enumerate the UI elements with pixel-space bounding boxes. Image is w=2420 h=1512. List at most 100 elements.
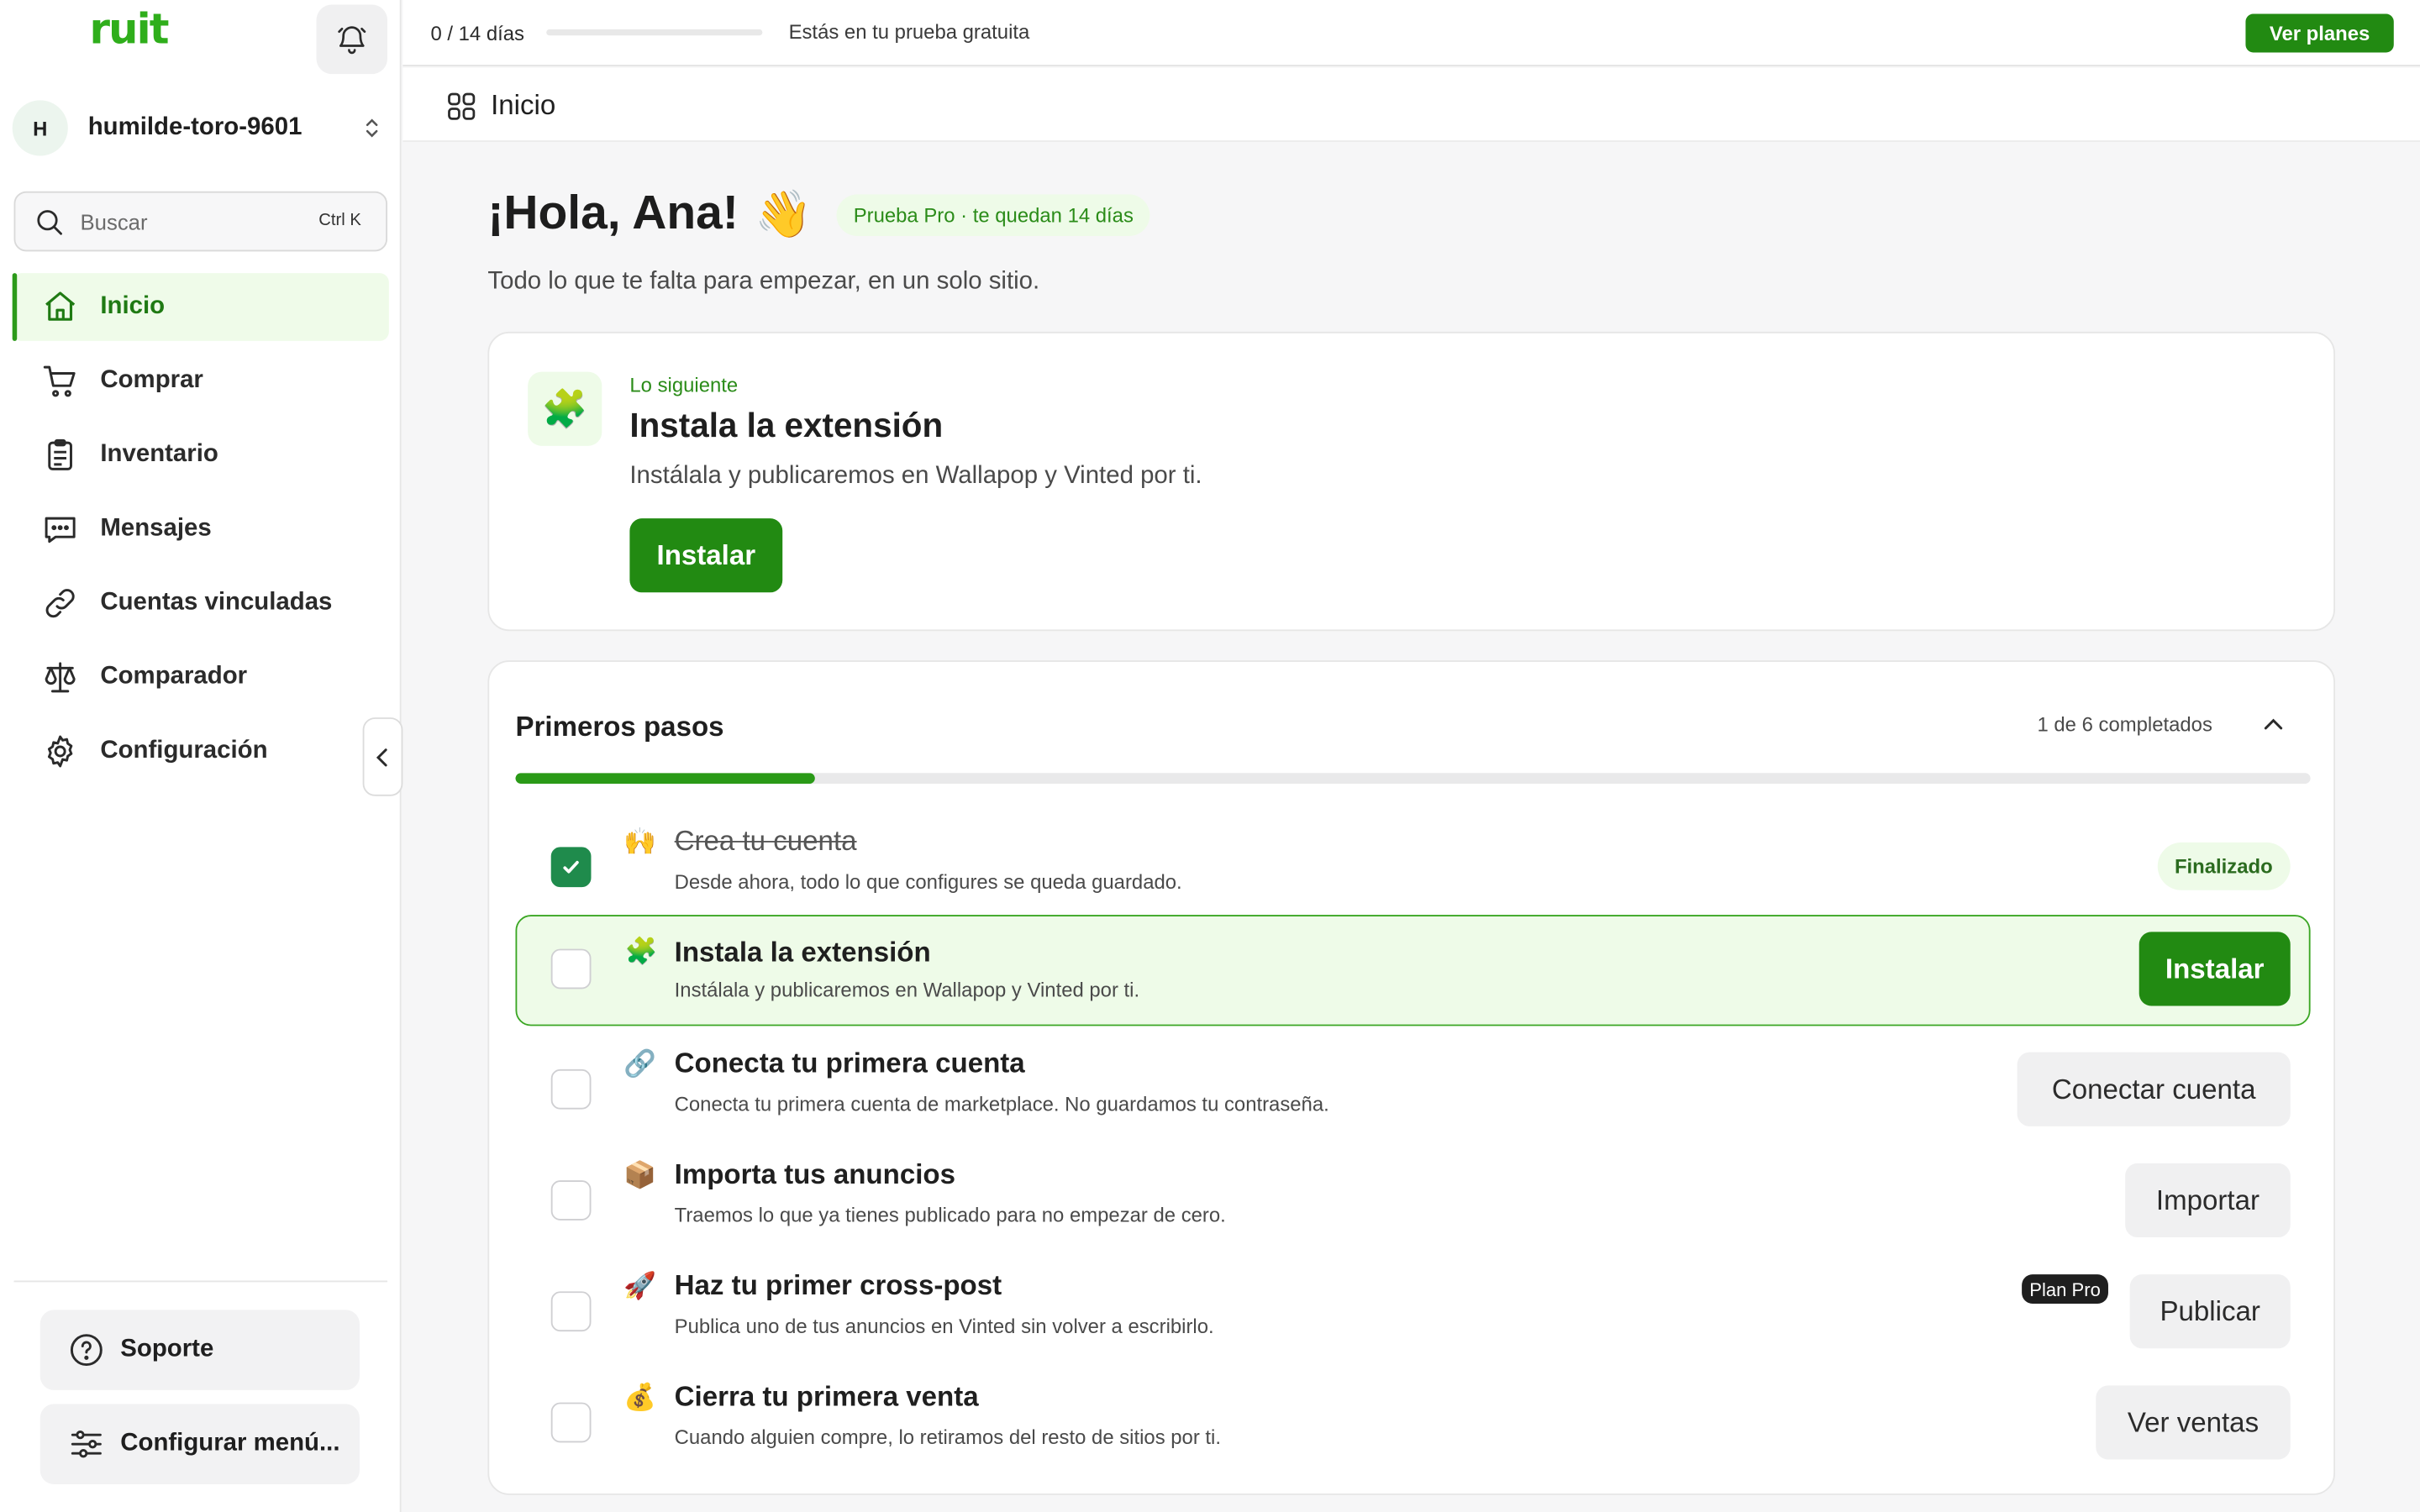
grid-icon <box>448 92 476 120</box>
install-button[interactable]: Instalar <box>2139 932 2291 1006</box>
step-title: Conecta tu primera cuenta <box>674 1047 1025 1079</box>
check-icon <box>563 860 579 874</box>
step-checkbox[interactable] <box>550 847 592 888</box>
scale-icon <box>40 657 81 697</box>
home-icon <box>40 287 81 328</box>
steps-title: Primeros pasos <box>515 711 724 743</box>
sidebar-item-cuentas-vinculadas[interactable]: Cuentas vinculadas <box>13 570 389 638</box>
step-checkbox[interactable] <box>550 1180 592 1221</box>
sidebar-item-label: Comprar <box>100 367 203 394</box>
notifications-button[interactable] <box>316 4 388 75</box>
sidebar-item-configuracion[interactable]: Configuración <box>13 717 389 785</box>
step-title: Crea tu cuenta <box>674 825 857 857</box>
support-button[interactable]: Soporte <box>39 1310 360 1390</box>
step-title: Instala la extensión <box>674 936 931 968</box>
clipboard-icon <box>40 435 81 475</box>
breadcrumb: Inicio <box>402 67 2420 142</box>
money-bag-icon: 💰 <box>623 1382 656 1412</box>
sidebar-item-comprar[interactable]: Comprar <box>13 347 389 415</box>
view-plans-button[interactable]: Ver planes <box>2245 13 2394 53</box>
bell-icon <box>338 25 366 54</box>
wave-emoji: 👋 <box>755 189 813 241</box>
page-title: Inicio <box>491 89 556 121</box>
sidebar-item-label: Inventario <box>100 441 218 468</box>
search-input[interactable]: Buscar Ctrl K <box>13 191 388 252</box>
link-icon <box>40 583 81 623</box>
sidebar: ruit H humilde-toro-9601 Buscar Ctrl K I… <box>0 0 402 1512</box>
puzzle-icon: 🧩 <box>624 936 658 966</box>
chevron-up-icon[interactable] <box>2260 711 2287 739</box>
trial-status-text: Estás en tu prueba gratuita <box>788 19 1030 44</box>
plan-pro-badge: Plan Pro <box>2022 1274 2109 1305</box>
step-checkbox[interactable] <box>550 1068 592 1110</box>
step-title: Importa tus anuncios <box>674 1158 955 1190</box>
sidebar-item-label: Inicio <box>100 292 166 320</box>
sidebar-item-comparador[interactable]: Comparador <box>13 643 389 711</box>
sidebar-item-inicio[interactable]: Inicio <box>12 273 389 341</box>
rocket-icon: 🚀 <box>623 1271 656 1301</box>
step-description: Cuando alguien compre, lo retiramos del … <box>674 1425 1222 1449</box>
sidebar-item-inventario[interactable]: Inventario <box>13 421 389 489</box>
onboarding-steps-card: Primeros pasos 1 de 6 completados 🙌 Crea… <box>487 660 2335 1495</box>
step-description: Publica uno de tus anuncios en Vinted si… <box>674 1314 1214 1338</box>
trial-days-count: 0 / 14 días <box>430 21 524 45</box>
link-icon: 🔗 <box>623 1048 656 1079</box>
step-install-extension: 🧩 Instala la extensión Instálala y publi… <box>515 915 2311 1026</box>
status-badge: Finalizado <box>2157 842 2290 890</box>
raised-hands-icon: 🙌 <box>623 827 656 857</box>
publish-button[interactable]: Publicar <box>2129 1274 2291 1349</box>
puzzle-icon: 🧩 <box>528 371 602 446</box>
chat-icon <box>40 509 81 549</box>
steps-progress-bar <box>515 773 2311 785</box>
step-description: Desde ahora, todo lo que configures se q… <box>674 869 1182 894</box>
support-label: Soporte <box>120 1336 214 1362</box>
help-icon <box>70 1334 103 1367</box>
sidebar-item-label: Mensajes <box>100 515 212 542</box>
package-icon: 📦 <box>623 1160 656 1190</box>
step-checkbox[interactable] <box>550 1402 592 1443</box>
chevron-left-icon <box>376 748 387 766</box>
trial-bar: 0 / 14 días Estás en tu prueba gratuita … <box>402 0 2420 66</box>
sidebar-item-label: Cuentas vinculadas <box>100 589 333 616</box>
step-cross-post: 🚀 Haz tu primer cross-post Publica uno d… <box>515 1256 2310 1367</box>
cart-icon <box>40 361 81 402</box>
step-title: Haz tu primer cross-post <box>674 1269 1002 1301</box>
collapse-sidebar-button[interactable] <box>362 717 403 796</box>
next-step-description: Instálala y publicaremos en Wallapop y V… <box>629 463 1202 490</box>
step-checkbox[interactable] <box>550 1291 592 1332</box>
search-placeholder: Buscar <box>80 208 148 234</box>
view-sales-button[interactable]: Ver ventas <box>2096 1385 2291 1460</box>
workspace-avatar: H <box>12 100 68 156</box>
step-description: Instálala y publicaremos en Wallapop y V… <box>674 978 1140 1002</box>
next-step-eyebrow: Lo siguiente <box>629 373 739 397</box>
step-checkbox[interactable] <box>550 948 592 990</box>
sidebar-item-mensajes[interactable]: Mensajes <box>13 496 389 564</box>
sidebar-item-label: Comparador <box>100 663 248 690</box>
sidebar-divider <box>13 1280 388 1283</box>
install-extension-button[interactable]: Instalar <box>629 518 783 593</box>
step-create-account: 🙌 Crea tu cuenta Desde ahora, todo lo qu… <box>515 811 2310 922</box>
sidebar-item-label: Configuración <box>100 737 268 764</box>
configure-menu-label: Configurar menú... <box>120 1430 340 1457</box>
next-step-title: Instala la extensión <box>629 406 944 444</box>
step-title: Cierra tu primera venta <box>674 1380 979 1412</box>
step-first-sale: 💰 Cierra tu primera venta Cuando alguien… <box>515 1367 2310 1478</box>
greeting-heading: ¡Hola, Ana! <box>487 185 739 239</box>
step-description: Conecta tu primera cuenta de marketplace… <box>674 1092 1329 1116</box>
workspace-switcher[interactable]: H humilde-toro-9601 <box>12 99 389 158</box>
sliders-icon <box>71 1431 102 1458</box>
steps-progress-count: 1 de 6 completados <box>2037 712 2212 737</box>
search-shortcut: Ctrl K <box>318 211 361 230</box>
chevron-updown-icon <box>366 118 378 138</box>
configure-menu-button[interactable]: Configurar menú... <box>39 1404 360 1484</box>
step-connect-account: 🔗 Conecta tu primera cuenta Conecta tu p… <box>515 1034 2310 1145</box>
steps-progress-fill <box>515 773 815 785</box>
search-icon <box>37 209 62 234</box>
greeting-subtitle: Todo lo que te falta para empezar, en un… <box>487 268 1040 295</box>
gear-icon <box>40 732 81 772</box>
sidebar-nav: Inicio Comprar Inventario Mensajes Cuent… <box>12 273 389 791</box>
connect-account-button[interactable]: Conectar cuenta <box>2017 1052 2291 1126</box>
workspace-name: humilde-toro-9601 <box>87 113 302 141</box>
app-logo[interactable]: ruit <box>90 6 170 54</box>
import-button[interactable]: Importar <box>2125 1163 2291 1238</box>
